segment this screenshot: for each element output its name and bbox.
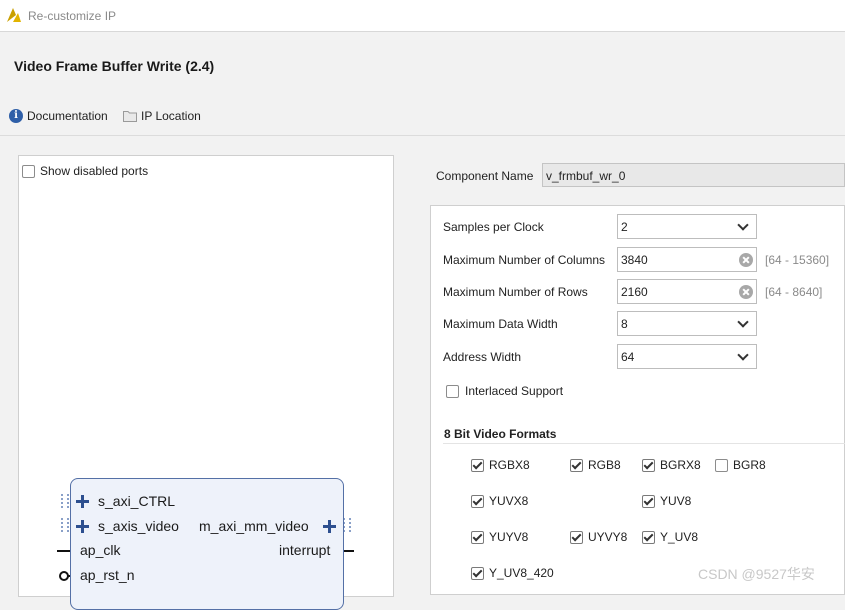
interlaced-support-checkbox[interactable] — [446, 384, 459, 398]
max-columns-field[interactable]: 3840 — [617, 247, 757, 272]
format-yuv8-checkbox[interactable] — [642, 494, 655, 508]
ip-location-label: IP Location — [141, 109, 201, 123]
documentation-label: Documentation — [27, 109, 108, 123]
max-rows-value: 2160 — [621, 285, 648, 299]
vivado-logo-icon — [7, 8, 21, 22]
format-bgrx8-checkbox[interactable] — [642, 458, 655, 472]
format-bgr8[interactable]: BGR8 — [715, 458, 766, 472]
address-width-label: Address Width — [443, 350, 522, 364]
format-uyvy8-label: UYVY8 — [588, 530, 628, 544]
section-divider — [443, 443, 845, 444]
max-columns-value: 3840 — [621, 253, 648, 267]
format-y-uv8-420-label: Y_UV8_420 — [489, 566, 554, 580]
chevron-down-icon — [737, 316, 749, 328]
clear-icon[interactable] — [739, 285, 753, 299]
port-ap-rst-n: ap_rst_n — [80, 567, 135, 583]
address-width-select[interactable]: 64 — [617, 344, 757, 369]
max-columns-range: [64 - 15360] — [765, 253, 830, 267]
format-bgr8-label: BGR8 — [733, 458, 766, 472]
format-yuvx8[interactable]: YUVX8 — [471, 494, 528, 508]
show-disabled-ports-option[interactable]: Show disabled ports — [22, 164, 148, 178]
format-y-uv8-420[interactable]: Y_UV8_420 — [471, 566, 554, 580]
show-disabled-ports-label: Show disabled ports — [40, 164, 149, 178]
interlaced-support-label: Interlaced Support — [465, 384, 564, 398]
format-bgr8-checkbox[interactable] — [715, 458, 728, 472]
format-y-uv8-label: Y_UV8 — [660, 530, 699, 544]
max-rows-field[interactable]: 2160 — [617, 279, 757, 304]
ip-title: Video Frame Buffer Write (2.4) — [14, 58, 215, 74]
format-y-uv8-checkbox[interactable] — [642, 530, 655, 544]
format-yuvx8-label: YUVX8 — [489, 494, 529, 508]
format-rgbx8[interactable]: RGBX8 — [471, 458, 530, 472]
port-interrupt: interrupt — [279, 542, 331, 558]
max-rows-label: Maximum Number of Rows — [443, 285, 588, 299]
port-s-axis-video: s_axis_video — [98, 518, 179, 534]
max-rows-range: [64 - 8640] — [765, 285, 823, 299]
format-yuyv8-checkbox[interactable] — [471, 530, 484, 544]
format-yuv8-label: YUV8 — [660, 494, 692, 508]
port-m-axi-mm-video: m_axi_mm_video — [199, 518, 309, 534]
title-bar — [0, 0, 845, 32]
documentation-link[interactable]: i Documentation — [9, 109, 108, 123]
window-title: Re-customize IP — [28, 9, 117, 23]
max-data-width-label: Maximum Data Width — [443, 317, 558, 331]
format-yuyv8[interactable]: YUYV8 — [471, 530, 528, 544]
format-yuv8[interactable]: YUV8 — [642, 494, 691, 508]
component-name-field[interactable]: v_frmbuf_wr_0 — [542, 163, 845, 187]
format-yuyv8-label: YUYV8 — [489, 530, 529, 544]
format-y-uv8-420-checkbox[interactable] — [471, 566, 484, 580]
format-rgb8-checkbox[interactable] — [570, 458, 583, 472]
chevron-down-icon — [737, 219, 749, 231]
interlaced-support-option[interactable]: Interlaced Support — [446, 384, 563, 398]
chevron-down-icon — [737, 349, 749, 361]
format-bgrx8-label: BGRX8 — [660, 458, 701, 472]
samples-per-clock-value: 2 — [621, 220, 628, 234]
component-name-label: Component Name — [436, 169, 534, 183]
expand-s-axis-video-icon[interactable] — [76, 520, 89, 533]
folder-icon — [123, 111, 137, 122]
port-s-axi-ctrl: s_axi_CTRL — [98, 493, 176, 509]
samples-per-clock-label: Samples per Clock — [443, 220, 544, 234]
s-axi-ctrl-bus-stub — [61, 494, 69, 508]
format-rgb8[interactable]: RGB8 — [570, 458, 621, 472]
m-axi-mm-video-bus-stub — [343, 518, 351, 532]
clear-icon[interactable] — [739, 253, 753, 267]
format-uyvy8-checkbox[interactable] — [570, 530, 583, 544]
samples-per-clock-select[interactable]: 2 — [617, 214, 757, 239]
format-rgbx8-checkbox[interactable] — [471, 458, 484, 472]
format-rgbx8-label: RGBX8 — [489, 458, 530, 472]
ip-location-link[interactable]: IP Location — [123, 109, 201, 123]
ap-clk-wire — [57, 550, 71, 552]
max-data-width-value: 8 — [621, 317, 628, 331]
info-icon: i — [9, 109, 23, 123]
format-y-uv8[interactable]: Y_UV8 — [642, 530, 698, 544]
max-columns-label: Maximum Number of Columns — [443, 253, 606, 267]
expand-s-axi-ctrl-icon[interactable] — [76, 495, 89, 508]
s-axis-video-bus-stub — [61, 518, 69, 532]
format-yuvx8-checkbox[interactable] — [471, 494, 484, 508]
format-rgb8-label: RGB8 — [588, 458, 621, 472]
format-uyvy8[interactable]: UYVY8 — [570, 530, 627, 544]
video-formats-heading: 8 Bit Video Formats — [444, 427, 557, 441]
show-disabled-ports-checkbox[interactable] — [22, 164, 35, 178]
watermark: CSDN @9527华安 — [698, 566, 815, 582]
expand-m-axi-mm-video-icon[interactable] — [323, 520, 336, 533]
max-data-width-select[interactable]: 8 — [617, 311, 757, 336]
format-bgrx8[interactable]: BGRX8 — [642, 458, 701, 472]
port-ap-clk: ap_clk — [80, 542, 121, 558]
address-width-value: 64 — [621, 350, 635, 364]
